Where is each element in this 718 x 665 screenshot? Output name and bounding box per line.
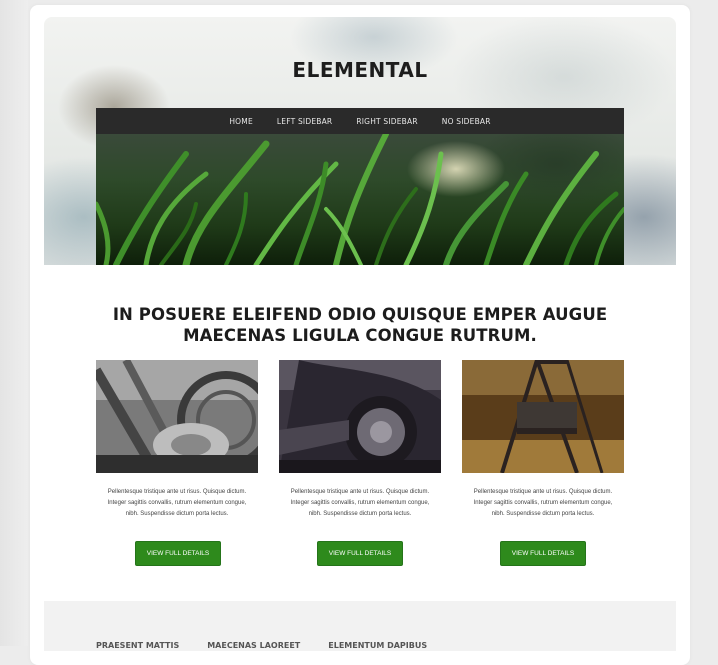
feature-text-line: Integer sagittis convallis, rutrum eleme… <box>473 500 613 506</box>
feature-text-line: Integer sagittis convallis, rutrum eleme… <box>107 500 247 506</box>
feature-description-3: Pellentesque tristique ante ut risus. Qu… <box>462 487 624 520</box>
feature-text-line: Pellentesque tristique ante ut risus. Qu… <box>107 489 247 495</box>
nav-item-right-sidebar[interactable]: RIGHT SIDEBAR <box>344 117 429 126</box>
view-full-details-button-2[interactable]: VIEW FULL DETAILS <box>317 541 403 566</box>
nav-item-no-sidebar[interactable]: NO SIDEBAR <box>430 117 503 126</box>
vintage-car-wheel-photo <box>279 360 441 473</box>
feature-image-1[interactable] <box>96 360 258 473</box>
feature-text-line: Pellentesque tristique ante ut risus. Qu… <box>290 489 430 495</box>
headline-line-1: IN POSUERE ELEIFEND ODIO QUISQUE EMPER A… <box>112 305 608 324</box>
feature-column-2: Pellentesque tristique ante ut risus. Qu… <box>279 360 441 566</box>
feature-text-line: Pellentesque tristique ante ut risus. Qu… <box>473 489 613 495</box>
page-background-strip <box>0 0 28 646</box>
feature-text-line: nibh. Suspendisse dictum porta lectus. <box>125 511 229 517</box>
old-tractor-wheel-photo <box>96 360 258 473</box>
nav-item-left-sidebar[interactable]: LEFT SIDEBAR <box>265 117 344 126</box>
feature-description-2: Pellentesque tristique ante ut risus. Qu… <box>279 487 441 520</box>
view-full-details-button-1[interactable]: VIEW FULL DETAILS <box>135 541 221 566</box>
nav-item-home[interactable]: HOME <box>217 117 265 126</box>
page-headline: IN POSUERE ELEIFEND ODIO QUISQUE EMPER A… <box>96 304 624 346</box>
feature-text-line: Integer sagittis convallis, rutrum eleme… <box>290 500 430 506</box>
grass-banner-image <box>96 134 624 265</box>
feature-column-1: Pellentesque tristique ante ut risus. Qu… <box>96 360 258 566</box>
view-full-details-button-3[interactable]: VIEW FULL DETAILS <box>500 541 586 566</box>
feature-image-2[interactable] <box>279 360 441 473</box>
feature-description-1: Pellentesque tristique ante ut risus. Qu… <box>96 487 258 520</box>
feature-image-3[interactable] <box>462 360 624 473</box>
site-title[interactable]: ELEMENTAL <box>44 58 676 82</box>
grass-illustration <box>96 134 624 265</box>
main-navigation: HOME LEFT SIDEBAR RIGHT SIDEBAR NO SIDEB… <box>96 108 624 134</box>
feature-text-line: nibh. Suspendisse dictum porta lectus. <box>308 511 412 517</box>
feature-text-line: nibh. Suspendisse dictum porta lectus. <box>491 511 595 517</box>
headline-line-2: MAECENAS LIGULA CONGUE RUTRUM. <box>183 326 537 345</box>
porch-swing-photo <box>462 360 624 473</box>
feature-column-3: Pellentesque tristique ante ut risus. Qu… <box>462 360 624 566</box>
